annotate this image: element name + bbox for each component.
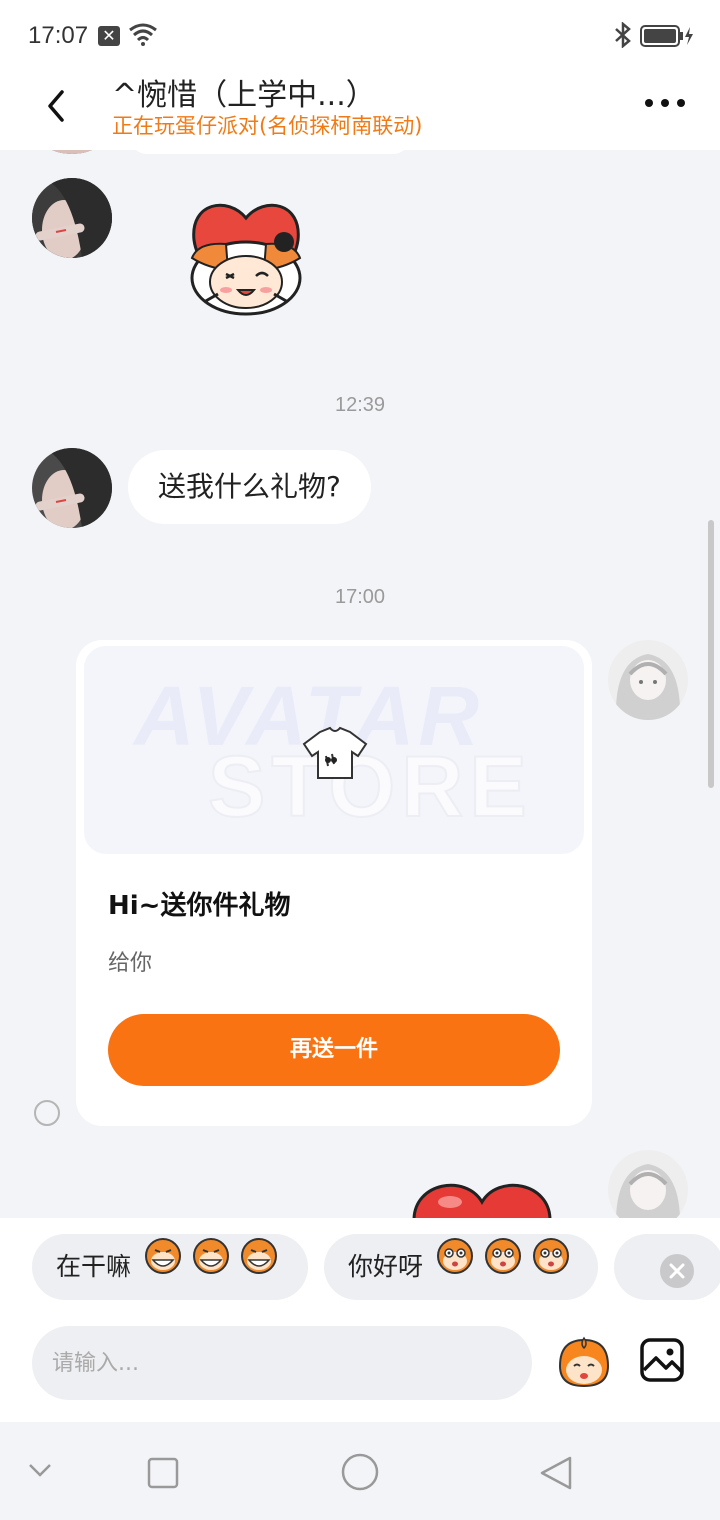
heart-hat-character-sticker[interactable] (168, 198, 324, 324)
chat-header: ^惋惜（上学中...） 正在玩蛋仔派对(名侦探柯南联动) (0, 70, 720, 150)
gift-title: Hi~送你件礼物 (108, 891, 291, 921)
square-icon[interactable] (146, 1456, 180, 1490)
status-time: 17:07 (28, 22, 89, 49)
timestamp: 12:39 (334, 394, 386, 416)
battery-charging-icon (640, 25, 693, 47)
previous-message-edge (130, 150, 410, 154)
status-bar: 17:07 ✕ (0, 0, 720, 70)
image-icon[interactable] (638, 1336, 686, 1384)
avatar[interactable] (608, 640, 688, 720)
chat-subtitle: 正在玩蛋仔派对(名侦探柯南联动) (112, 114, 423, 138)
gift-image: AVATAR STORE (84, 646, 584, 854)
triangle-back-icon[interactable] (536, 1454, 576, 1492)
wifi-icon (129, 23, 157, 46)
quick-reply-chip[interactable]: 你好呀 (324, 1234, 598, 1300)
bluetooth-icon (615, 22, 631, 48)
timestamp: 17:00 (334, 586, 386, 608)
watermark-store: STORE (207, 738, 533, 836)
message-bubble[interactable]: 送我什么礼物? (128, 450, 371, 524)
more-dots-icon[interactable] (640, 88, 690, 118)
close-icon[interactable] (660, 1254, 694, 1288)
avatar[interactable] (32, 448, 112, 528)
quick-reply-label: 你好呀 (348, 1252, 424, 1281)
red-heart-sticker[interactable] (410, 1180, 554, 1218)
message-input[interactable] (32, 1326, 532, 1400)
surprised-monkey-emoji (435, 1235, 579, 1301)
notification-icon: ✕ (98, 26, 120, 46)
tshirt-icon (302, 726, 368, 779)
message-input-bar (0, 1320, 720, 1422)
quick-reply-chip[interactable]: 在干嘛 (32, 1234, 308, 1300)
chevron-down-icon[interactable] (26, 1460, 54, 1480)
avatar[interactable] (32, 150, 112, 154)
sticker-emoji-button-icon[interactable] (554, 1332, 614, 1392)
quick-reply-label: 在干嘛 (56, 1252, 132, 1281)
avatar[interactable] (608, 1150, 688, 1218)
system-nav-bar (0, 1422, 720, 1520)
chat-title: ^惋惜（上学中...） (112, 78, 376, 113)
grinning-monkey-emoji (143, 1235, 287, 1301)
chat-area[interactable]: 12:39 送我什么礼物? 17:00 AVATAR STORE Hi~送你件礼… (0, 150, 720, 1218)
gift-card[interactable]: AVATAR STORE Hi~送你件礼物 给你 再送一件 (76, 640, 592, 1126)
select-radio[interactable] (34, 1100, 60, 1126)
avatar[interactable] (32, 178, 112, 258)
scrollbar[interactable] (708, 520, 714, 788)
send-again-button[interactable]: 再送一件 (108, 1014, 560, 1086)
circle-icon[interactable] (340, 1452, 380, 1492)
gift-message: 给你 (108, 951, 153, 976)
chevron-left-icon[interactable] (30, 80, 80, 130)
quick-reply-bar: 在干嘛 你好呀 (0, 1218, 720, 1320)
